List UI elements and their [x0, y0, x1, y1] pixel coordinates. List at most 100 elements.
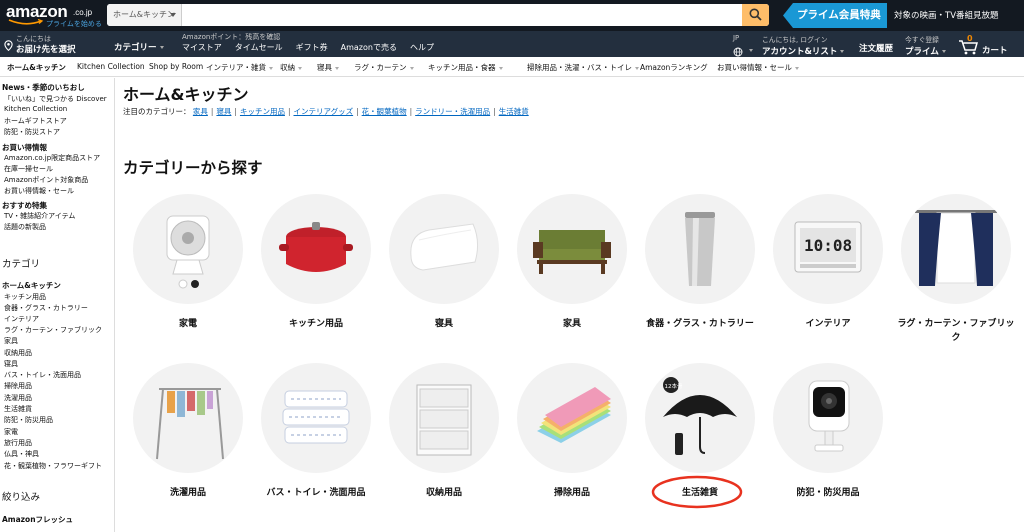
- nav-link-gift-card[interactable]: ギフト券: [296, 42, 328, 53]
- sidebar-item-furniture[interactable]: 家具: [4, 336, 18, 346]
- nav-link-my-store[interactable]: マイストア: [182, 42, 222, 53]
- sidebar-item-clearance[interactable]: 在庫一掃セール: [4, 164, 53, 174]
- category-tile-appliances[interactable]: 家電: [126, 194, 250, 329]
- clock-icon: 10:08: [794, 221, 862, 273]
- sidebar-item-interior[interactable]: インテリア: [4, 314, 39, 324]
- category-tile-interior[interactable]: 10:08 インテリア: [766, 194, 890, 329]
- featured-link-household[interactable]: 生活雑貨: [499, 107, 529, 116]
- sidebar-item-storage[interactable]: 収納用品: [4, 348, 32, 358]
- sidebar-item-kitchen[interactable]: キッチン用品: [4, 292, 46, 302]
- sidebar-item-cleaning[interactable]: 掃除用品: [4, 381, 32, 391]
- amazon-logo[interactable]: amazon .co.jp プライムを始める: [6, 2, 106, 29]
- featured-link-plants[interactable]: 花・観葉植物: [362, 107, 407, 116]
- nav-link-sell[interactable]: Amazonで売る: [341, 42, 397, 53]
- sidebar-item-household[interactable]: 生活雑貨: [4, 404, 32, 414]
- chevron-down-icon: [298, 66, 302, 70]
- subnav-interior[interactable]: インテリア・雑貨: [206, 62, 273, 73]
- sidebar-item-flowers[interactable]: 花・観葉植物・フラワーギフト: [4, 461, 102, 471]
- subnav-bedding[interactable]: 寝具: [317, 62, 339, 73]
- sidebar-item-points[interactable]: Amazonポイント対象商品: [4, 175, 88, 185]
- search-button[interactable]: [742, 4, 769, 26]
- category-tile-household[interactable]: 12本骨 生活雑貨: [638, 363, 762, 498]
- chevron-down-icon: [795, 66, 799, 70]
- account-lists-button[interactable]: こんにちは, ログイン アカウント&リスト: [762, 34, 845, 57]
- category-tile-tableware[interactable]: 食器・グラス・カトラリー: [638, 194, 762, 329]
- points-balance-link[interactable]: Amazonポイント：残高を確認: [182, 32, 280, 42]
- sidebar-item-travel[interactable]: 旅行用品: [4, 438, 32, 448]
- category-tile-furniture[interactable]: 家具: [510, 194, 634, 329]
- sidebar-item-discover[interactable]: 「いいね」で見つかる Discover: [4, 94, 107, 104]
- chevron-down-icon: [749, 49, 753, 52]
- subnav-deals[interactable]: お買い得情報・セール: [717, 62, 799, 73]
- smile-arrow-icon: [8, 19, 44, 25]
- featured-link-kitchen[interactable]: キッチン用品: [240, 107, 285, 116]
- pillow-icon: [410, 223, 479, 271]
- sidebar-item-home-kitchen[interactable]: ホーム&キッチン: [2, 280, 61, 291]
- sofa-icon: [533, 230, 611, 274]
- sidebar-item-bedding[interactable]: 寝具: [4, 359, 18, 369]
- main-navbar: こんにちは お届け先を選択 カテゴリー Amazonポイント：残高を確認 マイス…: [0, 31, 1024, 57]
- subnav-home-kitchen[interactable]: ホーム&キッチン: [7, 62, 66, 73]
- subnav-storage[interactable]: 収納: [280, 62, 302, 73]
- nav-link-time-sale[interactable]: タイムセール: [235, 42, 283, 53]
- sidebar-item-kitchen-collection[interactable]: Kitchen Collection: [4, 105, 67, 113]
- cart-button[interactable]: 0 カート: [958, 34, 1018, 56]
- fan-icon: [166, 215, 210, 289]
- prime-benefits-tag: プライム会員特典: [783, 3, 887, 28]
- subnav-ranking[interactable]: Amazonランキング: [640, 62, 708, 73]
- sidebar-item-security[interactable]: 防犯・防災用品: [4, 415, 53, 425]
- chevron-down-icon: [635, 66, 639, 70]
- sidebar-heading-news: News・季節のいちおし: [2, 83, 85, 92]
- subnav-shop-by-room[interactable]: Shop by Room: [149, 62, 203, 71]
- category-tile-rugs-curtains[interactable]: ラグ・カーテン・ファブリック: [894, 194, 1018, 343]
- category-tile-bedding[interactable]: 寝具: [382, 194, 506, 329]
- featured-link-bedding[interactable]: 寝具: [216, 107, 231, 116]
- subnav-rugs-curtains[interactable]: ラグ・カーテン: [354, 62, 414, 73]
- prime-banner[interactable]: プライム会員特典 対象の映画・TV番組見放題: [783, 3, 1024, 28]
- chevron-down-icon: [840, 50, 845, 53]
- category-tile-laundry[interactable]: 洗濯用品: [126, 363, 250, 498]
- pot-icon: [279, 222, 353, 272]
- sidebar-item-tv-magazine[interactable]: TV・雑誌紹介アイテム: [4, 211, 75, 221]
- prime-menu-button[interactable]: 今すぐ登録 プライム: [905, 34, 946, 57]
- category-tile-kitchen[interactable]: キッチン用品: [254, 194, 378, 329]
- camera-icon: [808, 380, 850, 452]
- subnav-kitchen-collection[interactable]: Kitchen Collection: [77, 62, 145, 71]
- sidebar-item-rugs[interactable]: ラグ・カーテン・ファブリック: [4, 325, 102, 335]
- start-prime-link[interactable]: プライムを始める: [46, 19, 102, 29]
- sidebar-item-limited-store[interactable]: Amazon.co.jp限定商品ストア: [4, 153, 100, 163]
- search-category-select[interactable]: ホーム&キッチン: [107, 4, 182, 26]
- featured-link-interior-goods[interactable]: インテリアグッズ: [293, 107, 353, 116]
- main-nav-links: マイストア タイムセール ギフト券 Amazonで売る ヘルプ: [182, 42, 447, 53]
- orders-button[interactable]: 注文履歴: [859, 41, 893, 54]
- sidebar-item-laundry[interactable]: 洗濯用品: [4, 393, 32, 403]
- search-input[interactable]: [182, 4, 742, 26]
- subnav-cleaning-laundry[interactable]: 掃除用品・洗濯・バス・トイレ: [527, 62, 639, 73]
- chevron-down-icon: [498, 66, 503, 70]
- category-tile-storage[interactable]: 収納用品: [382, 363, 506, 498]
- featured-link-furniture[interactable]: 家具: [193, 107, 208, 116]
- sidebar-item-appliances[interactable]: 家電: [4, 427, 18, 437]
- sidebar-item-tableware[interactable]: 食器・グラス・カトラリー: [4, 303, 88, 313]
- sidebar-item-bath[interactable]: バス・トイレ・洗面用品: [4, 370, 81, 380]
- sidebar-item-buddhist[interactable]: 仏具・神具: [4, 449, 39, 459]
- category-tile-security[interactable]: 防犯・防災用品: [766, 363, 890, 498]
- sidebar-item-sale[interactable]: お買い得情報・セール: [4, 186, 74, 196]
- category-tile-cleaning[interactable]: 掃除用品: [510, 363, 634, 498]
- featured-categories: 注目のカテゴリー： 家具 | 寝具 | キッチン用品 | インテリアグッズ | 花・観葉植物 | ラ…: [123, 107, 529, 116]
- sidebar-item-home-gift[interactable]: ホームギフトストア: [4, 116, 67, 126]
- svg-text:12本骨: 12本骨: [665, 382, 683, 390]
- nav-link-help[interactable]: ヘルプ: [410, 42, 434, 53]
- location-pin-icon: [4, 40, 13, 51]
- sidebar-item-new-products[interactable]: 話題の新製品: [4, 222, 46, 232]
- page-title: ホーム&キッチン: [123, 85, 249, 104]
- featured-link-laundry[interactable]: ランドリー・洗濯用品: [415, 107, 490, 116]
- search-bar: ホーム&キッチン: [107, 4, 769, 26]
- sidebar-item-security-store[interactable]: 防犯・防災ストア: [4, 127, 60, 137]
- deliver-to-button[interactable]: こんにちは お届け先を選択: [4, 34, 94, 56]
- subnav-kitchenware[interactable]: キッチン用品・食器: [428, 62, 503, 73]
- category-tile-bath[interactable]: バス・トイレ・洗面用品: [254, 363, 378, 498]
- category-menu-button[interactable]: カテゴリー: [114, 41, 164, 53]
- left-sidebar: News・季節のいちおし 「いいね」で見つかる Discover Kitchen…: [0, 78, 115, 532]
- sidebar-item-amazon-fresh: Amazonフレッシュ: [2, 515, 74, 524]
